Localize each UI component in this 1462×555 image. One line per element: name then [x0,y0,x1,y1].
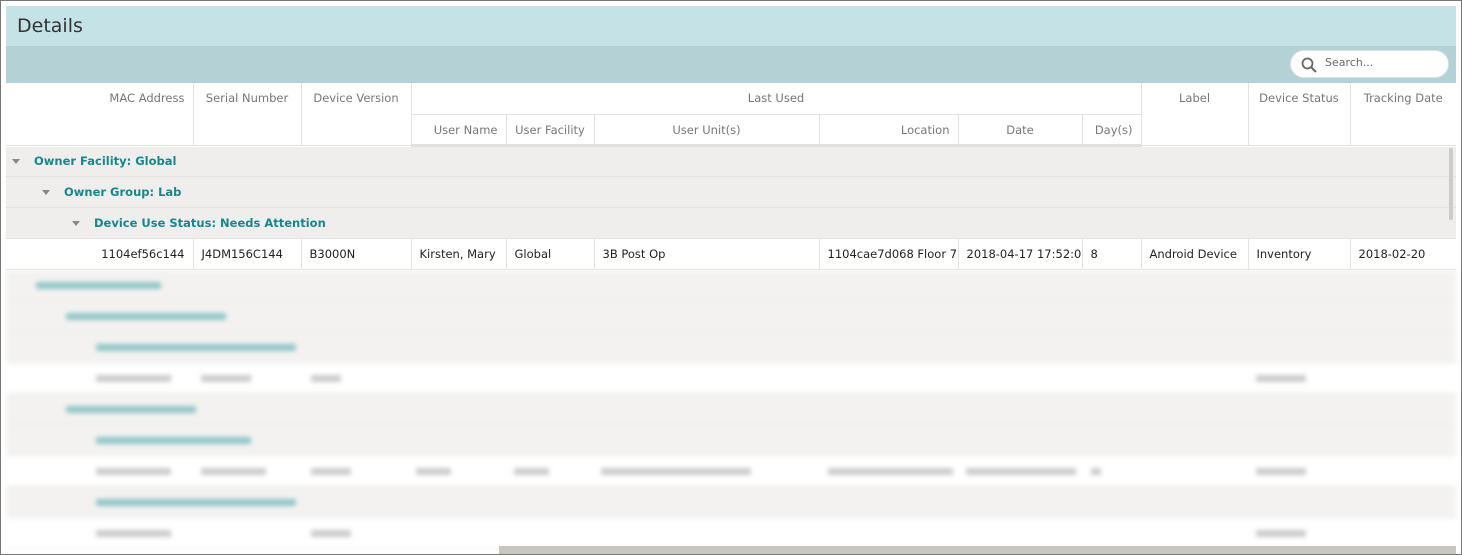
col-date[interactable]: Date [958,114,1083,147]
col-user-facility[interactable]: User Facility [506,114,595,147]
col-device-version[interactable]: Device Version [301,83,412,146]
horizontal-scrollbar[interactable] [499,546,1456,554]
collapse-triangle-icon[interactable] [72,220,80,226]
blurred-group-row [6,425,1456,456]
blurred-rows [6,270,1456,550]
group-row-device-use-status[interactable]: Device Use Status: Needs Attention [6,207,1456,239]
col-location[interactable]: Location [819,114,959,147]
col-serial-number[interactable]: Serial Number [193,83,302,146]
cell-label: Android Device [1141,238,1249,270]
blurred-group-row [6,332,1456,363]
group-label: Device Use Status: Needs Attention [94,215,326,230]
cell-tracking-date: 2018-02-20 [1350,238,1456,270]
group-label: Owner Group: Lab [64,184,182,199]
details-panel: Details MAC Address Serial Number Device… [0,0,1462,555]
blurred-data-row [6,363,1456,394]
group-row-owner-facility[interactable]: Owner Facility: Global [6,145,1456,177]
cell-version: B3000N [301,238,412,270]
blurred-group-row [6,301,1456,332]
col-label[interactable]: Label [1141,83,1249,146]
search-input[interactable] [1325,56,1440,69]
cell-days: 8 [1082,238,1142,270]
cell-status: Inventory [1248,238,1351,270]
col-user-name[interactable]: User Name [411,114,507,147]
details-table: MAC Address Serial Number Device Version… [6,83,1456,270]
group-row-owner-group[interactable]: Owner Group: Lab [6,176,1456,208]
blurred-group-row [6,487,1456,518]
collapse-triangle-icon[interactable] [42,189,50,195]
cell-user-units: 3B Post Op [594,238,820,270]
blurred-data-row [6,518,1456,549]
toolbar [6,46,1456,83]
col-group-last-used: Last Used [411,83,1142,115]
blurred-group-row [6,270,1456,301]
title-bar: Details [6,6,1456,46]
collapse-triangle-icon[interactable] [12,159,20,164]
group-label: Owner Facility: Global [34,154,177,168]
cell-date: 2018-04-17 17:52:09 [958,238,1083,270]
blurred-data-row [6,456,1456,487]
blurred-group-row [6,394,1456,425]
cell-mac: 1104ef56c144 [6,238,194,270]
col-user-units[interactable]: User Unit(s) [594,114,820,147]
col-mac-address[interactable]: MAC Address [6,83,194,146]
search-icon [1301,57,1317,73]
vertical-scrollbar[interactable] [1449,148,1453,220]
table-row[interactable]: 1104ef56c144 J4DM156C144 B3000N Kirsten,… [6,238,1456,270]
cell-user-name: Kirsten, Mary [411,238,507,270]
col-device-status[interactable]: Device Status [1248,83,1351,146]
cell-user-facility: Global [506,238,595,270]
col-days[interactable]: Day(s) [1082,114,1142,147]
cell-location: 1104cae7d068 Floor 7 [819,238,959,270]
search-box[interactable] [1290,50,1449,78]
col-tracking-date[interactable]: Tracking Date [1350,83,1456,146]
page-title: Details [17,15,83,37]
cell-serial: J4DM156C144 [193,238,302,270]
